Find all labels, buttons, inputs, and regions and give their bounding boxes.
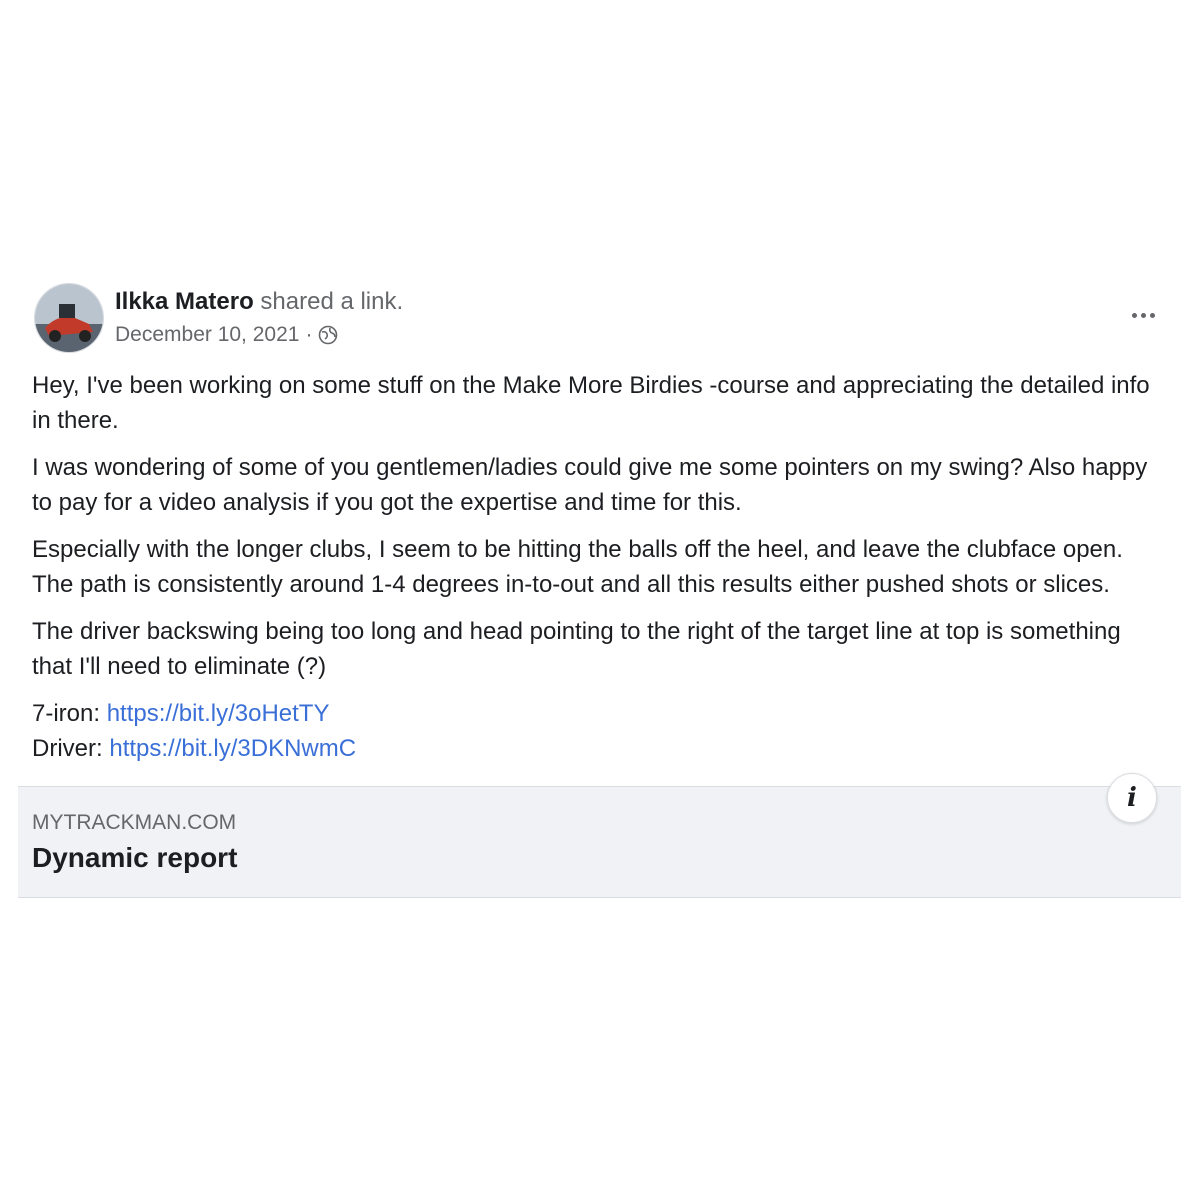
link-7-iron[interactable]: https://bit.ly/3oHetTY (107, 700, 330, 727)
link-preview-card[interactable]: i MYTRACKMAN.COM Dynamic report (18, 773, 1181, 898)
link-label: Driver: (32, 735, 110, 762)
author-avatar[interactable] (34, 283, 104, 353)
post-paragraph: Hey, I've been working on some stuff on … (32, 372, 1150, 434)
post-header: Ilkka Matero shared a link. December 10,… (18, 282, 1181, 358)
meta-separator: · (305, 323, 313, 346)
author-line: Ilkka Matero shared a link. (115, 287, 403, 317)
globe-icon[interactable] (318, 325, 338, 345)
post-paragraph: The driver backswing being too long and … (32, 618, 1121, 680)
more-dot (1140, 312, 1146, 318)
info-icon[interactable]: i (1107, 773, 1157, 823)
more-dot (1149, 312, 1155, 318)
more-dot (1131, 312, 1137, 318)
preview-title[interactable]: Dynamic report (32, 842, 237, 874)
preview-domain: MYTRACKMAN.COM (32, 811, 237, 834)
post-body: Hey, I've been working on some stuff on … (18, 358, 1181, 766)
link-driver[interactable]: https://bit.ly/3DKNwmC (109, 735, 356, 762)
author-name[interactable]: Ilkka Matero (115, 288, 254, 315)
link-label: 7-iron: (32, 700, 107, 727)
post-action-text: shared a link. (253, 288, 404, 315)
post-paragraph: I was wondering of some of you gentlemen… (32, 454, 1148, 516)
post-paragraph: Especially with the longer clubs, I seem… (32, 536, 1123, 598)
post-links: 7-iron: https://bit.ly/3oHetTY Driver: h… (32, 696, 1167, 766)
link-line: 7-iron: https://bit.ly/3oHetTY (32, 696, 1167, 731)
link-line: Driver: https://bit.ly/3DKNwmC (32, 731, 1167, 766)
post-card: Ilkka Matero shared a link. December 10,… (18, 282, 1181, 898)
more-options-icon[interactable] (1123, 300, 1163, 330)
post-meta: December 10, 2021 · (115, 321, 338, 349)
post-date[interactable]: December 10, 2021 (115, 321, 299, 349)
